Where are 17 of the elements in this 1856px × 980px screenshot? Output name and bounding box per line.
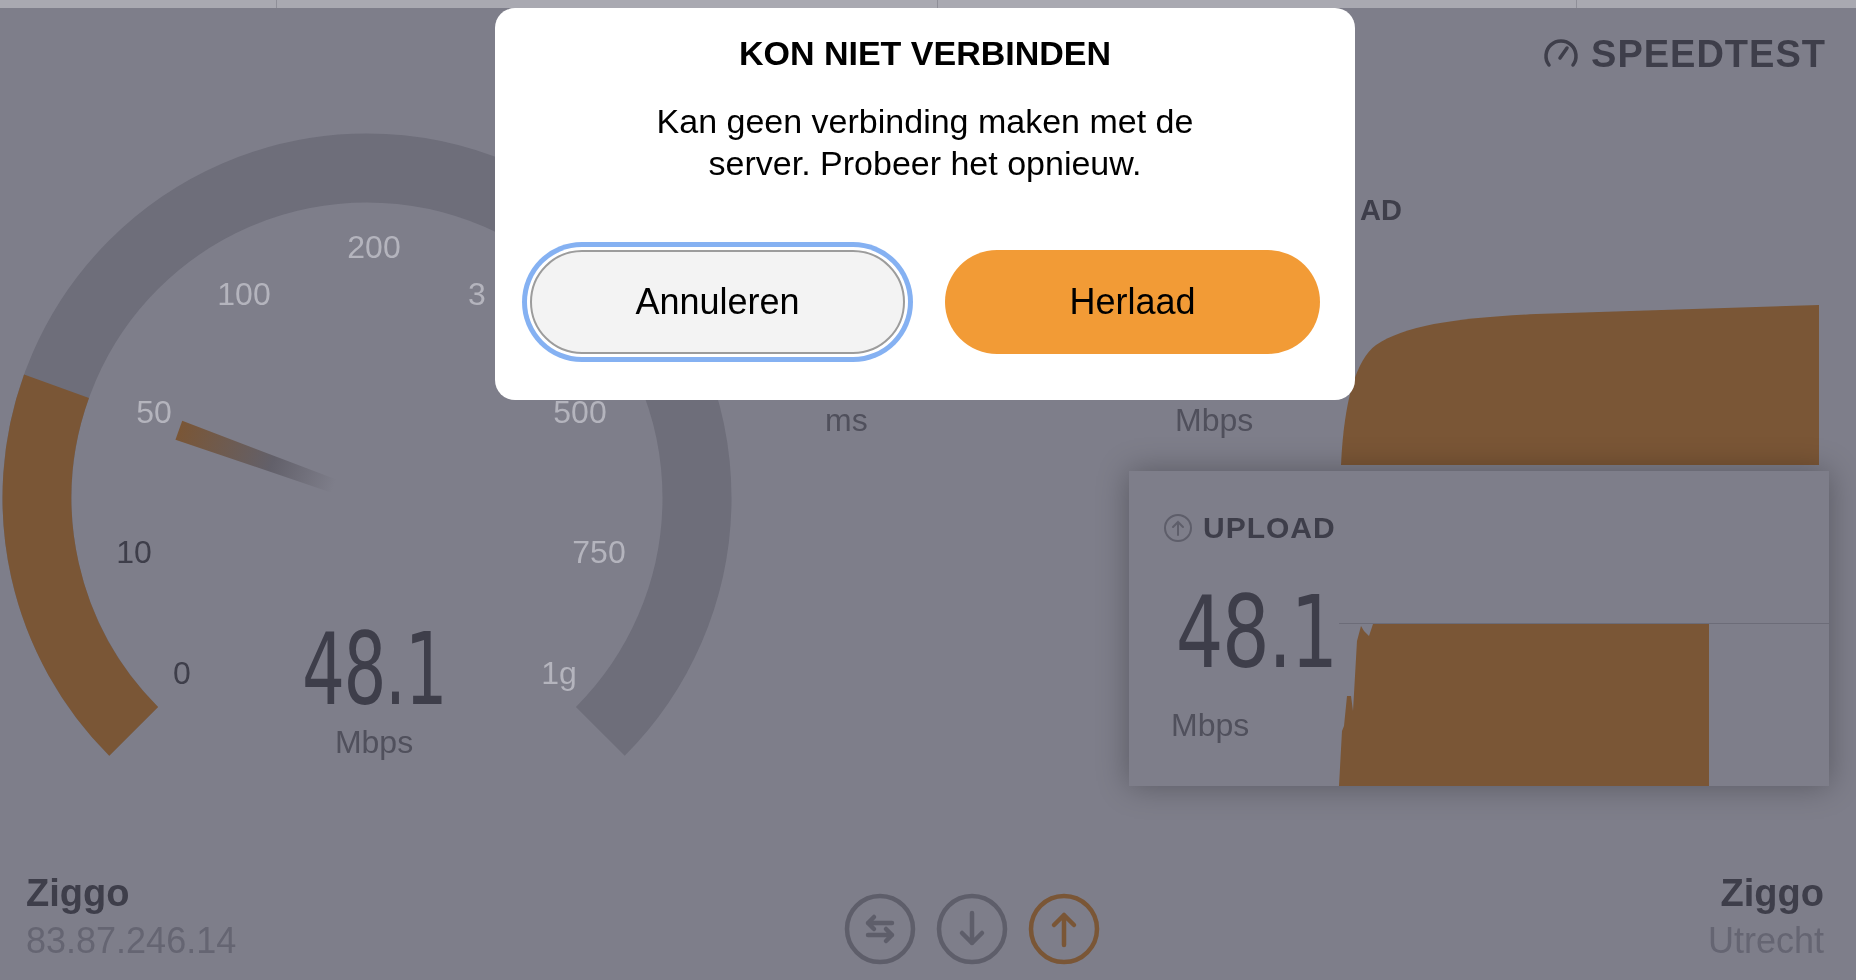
section-title: UPLOAD bbox=[1203, 513, 1336, 543]
dialog-message: Kan geen verbinding maken met de server. Probeer het opnieuw. bbox=[655, 101, 1195, 184]
swap-arrows-icon bbox=[844, 892, 917, 965]
upload-icon bbox=[1163, 513, 1193, 543]
speed-value: 48.1 bbox=[1175, 583, 1337, 683]
mode-button[interactable] bbox=[844, 892, 917, 965]
section-title: AD bbox=[1360, 194, 1402, 226]
mode-button[interactable] bbox=[1028, 892, 1101, 965]
dialog-button[interactable]: Herlaad bbox=[945, 250, 1320, 354]
isp-name: Ziggo bbox=[26, 871, 131, 916]
dialog-title: KON NIET VERBINDEN bbox=[738, 36, 1112, 70]
logo-text: SPEEDTEST bbox=[1591, 35, 1826, 73]
tick-label: 10 bbox=[116, 536, 152, 568]
speed-value: 48.1 bbox=[301, 620, 447, 720]
tick-label: 0 bbox=[173, 657, 191, 689]
server-name: Ziggo bbox=[1720, 871, 1824, 916]
mode-button[interactable] bbox=[936, 892, 1009, 965]
